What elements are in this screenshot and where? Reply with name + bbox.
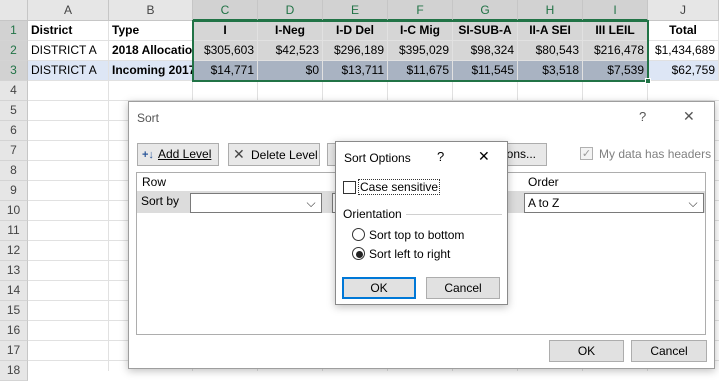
- cell-b3[interactable]: Incoming 2017: [109, 61, 193, 81]
- radio-selected-dot: [356, 251, 363, 258]
- row-header-17[interactable]: 17: [0, 341, 28, 361]
- row-header-14[interactable]: 14: [0, 281, 28, 301]
- row-header-5[interactable]: 5: [0, 101, 28, 121]
- cell-b2[interactable]: 2018 Allocatio: [109, 41, 193, 61]
- case-sensitive-label: Case sensitive: [358, 179, 441, 195]
- cell-a2[interactable]: DISTRICT A: [28, 41, 109, 61]
- cell-a1[interactable]: District: [28, 21, 109, 41]
- sort-by-label: Sort by: [141, 194, 180, 208]
- add-level-button[interactable]: +↓ Add Level: [137, 143, 219, 166]
- order-column-header: Order: [528, 175, 559, 189]
- top-to-bottom-radio[interactable]: [352, 228, 365, 241]
- options-label: ions...: [504, 147, 537, 161]
- column-header-c[interactable]: C: [193, 0, 258, 21]
- row-header-13[interactable]: 13: [0, 261, 28, 281]
- row-header-18[interactable]: 18: [0, 361, 28, 381]
- case-sensitive-text: Case sensitive: [360, 180, 439, 194]
- cell-b1[interactable]: Type: [109, 21, 193, 41]
- order-value: A to Z: [528, 196, 560, 210]
- sort-cancel-button[interactable]: Cancel: [631, 340, 707, 362]
- chevron-down-icon: ⌵: [306, 196, 316, 210]
- sort-options-dialog: Sort Options ? ✕ Case sensitive Orientat…: [335, 141, 508, 305]
- row-column-header: Row: [142, 175, 167, 189]
- headers-checkbox[interactable]: ✓: [580, 147, 593, 160]
- sort-options-cancel-button[interactable]: Cancel: [426, 277, 500, 299]
- delete-x-icon: ✕: [233, 146, 245, 162]
- sort-dialog-title: Sort: [137, 111, 160, 125]
- row-header-12[interactable]: 12: [0, 241, 28, 261]
- delete-level-label: Delete Level: [251, 148, 318, 162]
- sort-options-title: Sort Options: [344, 151, 411, 165]
- column-header-b[interactable]: B: [109, 0, 193, 21]
- close-icon[interactable]: ✕: [683, 108, 695, 125]
- column-header-i[interactable]: I: [583, 0, 648, 21]
- sort-ok-button[interactable]: OK: [549, 340, 624, 362]
- column-header-g[interactable]: G: [453, 0, 518, 21]
- row-header-8[interactable]: 8: [0, 161, 28, 181]
- select-all-corner[interactable]: [0, 0, 28, 21]
- row-header-3[interactable]: 3: [0, 61, 28, 81]
- add-level-label: Add Level: [158, 147, 212, 161]
- left-to-right-radio[interactable]: [352, 247, 365, 260]
- orientation-label: Orientation: [343, 207, 402, 221]
- cell-a3[interactable]: DISTRICT A: [28, 61, 109, 81]
- row-header-1[interactable]: 1: [0, 21, 28, 41]
- cell-j3[interactable]: $62,759: [648, 61, 719, 81]
- add-level-icon: +↓: [142, 149, 154, 161]
- help-icon[interactable]: ?: [639, 109, 646, 124]
- row-header-9[interactable]: 9: [0, 181, 28, 201]
- options-button[interactable]: ions...: [503, 143, 547, 166]
- order-combo[interactable]: A to Z ⌵: [524, 193, 704, 213]
- chevron-down-icon: ⌵: [688, 196, 698, 210]
- row-header-16[interactable]: 16: [0, 321, 28, 341]
- sort-by-row-combo[interactable]: ⌵: [190, 193, 322, 213]
- cell-j1[interactable]: Total: [648, 21, 719, 41]
- row-header-10[interactable]: 10: [0, 201, 28, 221]
- headers-checkbox-label: My data has headers: [599, 147, 712, 161]
- column-header-j[interactable]: J: [648, 0, 719, 21]
- column-header-d[interactable]: D: [258, 0, 323, 21]
- column-header-e[interactable]: E: [323, 0, 388, 21]
- top-to-bottom-label: Sort top to bottom: [369, 228, 465, 242]
- column-header-a[interactable]: A: [28, 0, 109, 21]
- row-header-15[interactable]: 15: [0, 301, 28, 321]
- row-header-6[interactable]: 6: [0, 121, 28, 141]
- sort-options-ok-button[interactable]: OK: [342, 277, 416, 299]
- cell-j2[interactable]: $1,434,689: [648, 41, 719, 61]
- row-header-11[interactable]: 11: [0, 221, 28, 241]
- case-sensitive-checkbox[interactable]: [343, 181, 356, 194]
- delete-level-button[interactable]: ✕ Delete Level: [228, 143, 320, 166]
- column-header-f[interactable]: F: [388, 0, 453, 21]
- row-header-4[interactable]: 4: [0, 81, 28, 101]
- fill-handle[interactable]: [645, 78, 651, 84]
- left-to-right-label: Sort left to right: [369, 247, 451, 261]
- column-header-h[interactable]: H: [518, 0, 583, 21]
- row-header-2[interactable]: 2: [0, 41, 28, 61]
- close-icon[interactable]: ✕: [478, 148, 490, 165]
- help-icon[interactable]: ?: [437, 149, 444, 164]
- orientation-divider: [406, 214, 502, 215]
- selection-range-border: [192, 20, 649, 82]
- row-header-7[interactable]: 7: [0, 141, 28, 161]
